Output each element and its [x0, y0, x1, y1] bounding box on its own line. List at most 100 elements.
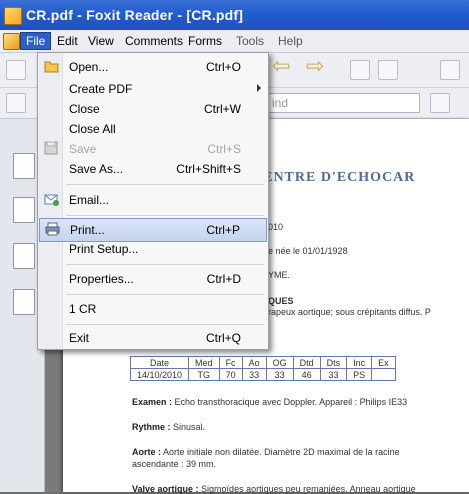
table-header-cell: Med [188, 356, 220, 369]
menu-item-label: 1 CR [69, 302, 97, 316]
doc-valve-label: Valve aortique : [132, 484, 199, 494]
table-header-cell: Ao [241, 356, 267, 369]
menu-item-open[interactable]: Open... Ctrl+O [39, 56, 267, 78]
window-title: CR.pdf - Foxit Reader - [CR.pdf] [26, 7, 244, 23]
doc-rythme-label: Rythme : [132, 422, 171, 432]
doc-clinical-text: rapeux aortique; sous crépitants diffus.… [268, 307, 431, 317]
find-input-text: ind [272, 96, 289, 110]
menu-item-label: Close All [69, 122, 116, 136]
menu-forms[interactable]: Forms [183, 33, 227, 49]
table-header-cell: Dts [319, 356, 348, 369]
menu-view[interactable]: View [83, 33, 119, 49]
menu-item-create-pdf[interactable]: Create PDF [39, 78, 267, 100]
document-icon[interactable] [3, 33, 20, 50]
doc-examen-label: Examen : [132, 397, 173, 407]
pages-icon[interactable] [13, 197, 35, 223]
doc-examen: Examen : Echo transthoracique avec Doppl… [132, 397, 407, 407]
search-options-icon[interactable] [430, 93, 450, 113]
menu-bar: File Edit View Comments Forms Tools Help [0, 30, 469, 53]
measurements-table: Date Med Fc Ao OG Dtd Dts Inc Ex 14/10/2… [129, 356, 396, 381]
table-header-cell: Fc [218, 356, 243, 369]
menu-item-save[interactable]: Save Ctrl+S [39, 138, 267, 160]
table-cell [371, 368, 396, 381]
doc-line-name: YME. [268, 270, 291, 280]
layers-icon[interactable] [13, 289, 35, 315]
menu-item-label: Print Setup... [69, 242, 139, 256]
back-arrow-icon[interactable]: ⇦ [272, 53, 290, 79]
email-icon [44, 194, 59, 206]
document-header: CENTRE D'ECHOCAR [252, 170, 416, 185]
menu-separator [66, 215, 264, 216]
table-header-cell: OG [265, 356, 294, 369]
foxit-app-icon [4, 7, 22, 25]
menu-item-shortcut: Ctrl+Q [205, 331, 241, 345]
hand-tool-icon[interactable] [6, 93, 26, 113]
menu-item-shortcut: Ctrl+Shift+S [176, 162, 241, 176]
menu-item-label: Save As... [69, 162, 124, 176]
menu-item-save-as[interactable]: Save As... Ctrl+Shift+S [39, 158, 267, 180]
select-icon[interactable] [378, 60, 398, 80]
doc-section-title: QUES [268, 296, 294, 306]
menu-tools[interactable]: Tools [231, 33, 269, 49]
menu-item-label: Close [69, 102, 100, 116]
menu-item-properties[interactable]: Properties... Ctrl+D [39, 268, 267, 290]
doc-valve: Valve aortique : Sigmoïdes aortiques peu… [132, 484, 416, 494]
table-cell: 46 [292, 368, 321, 381]
table-header-cell: Date [129, 356, 190, 369]
save-icon [44, 141, 58, 155]
toolbar-open-icon[interactable] [6, 60, 26, 80]
menu-item-print-setup[interactable]: Print Setup... [39, 238, 267, 260]
menu-separator [66, 184, 264, 185]
doc-examen-text: Echo transthoracique avec Doppler. Appar… [174, 397, 408, 407]
table-cell: 14/10/2010 [129, 368, 190, 381]
doc-line-date: 010 [268, 222, 284, 232]
menu-item-close[interactable]: Close Ctrl+W [39, 98, 267, 120]
menu-item-shortcut: Ctrl+O [205, 60, 241, 74]
table-header-cell: Inc [346, 356, 373, 369]
menu-item-label: Exit [69, 331, 90, 345]
table-cell: 33 [241, 368, 267, 381]
doc-aorte-text: Aorte initiale non dilatée. Diamètre 2D … [163, 447, 400, 457]
bookmarks-icon[interactable] [13, 153, 35, 179]
comments-panel-icon[interactable] [13, 243, 35, 269]
table-header-cell: Ex [371, 356, 396, 369]
menu-item-email[interactable]: Email... [39, 189, 267, 211]
submenu-arrow-icon [257, 84, 261, 92]
table-header-cell: Dtd [292, 356, 321, 369]
menu-separator [66, 264, 264, 265]
menu-item-exit[interactable]: Exit Ctrl+Q [39, 327, 267, 349]
copy-icon[interactable] [350, 60, 370, 80]
file-menu-dropdown: Open... Ctrl+O Create PDF Close Ctrl+W C… [37, 52, 269, 350]
menu-item-recent-file[interactable]: 1 CR [39, 298, 267, 320]
menu-help[interactable]: Help [273, 33, 308, 49]
table-cell: PS [346, 368, 373, 381]
doc-rythme: Rythme : Sinusal. [132, 422, 205, 432]
table-cell: 33 [319, 368, 348, 381]
menu-edit[interactable]: Edit [52, 33, 83, 49]
snapshot-icon[interactable] [440, 60, 460, 80]
find-input[interactable]: ind [268, 93, 420, 113]
doc-line-birth: e née le 01/01/1928 [268, 246, 348, 256]
printer-icon [45, 222, 60, 236]
menu-item-label: Properties... [69, 272, 134, 286]
menu-item-label: Create PDF [69, 82, 133, 96]
menu-item-shortcut: Ctrl+W [204, 102, 241, 116]
forward-arrow-icon[interactable]: ⇨ [306, 53, 324, 79]
menu-comments[interactable]: Comments [120, 33, 188, 49]
menu-item-shortcut: Ctrl+S [207, 142, 241, 156]
menu-item-shortcut: Ctrl+D [206, 272, 241, 286]
menu-separator [66, 294, 264, 295]
menu-item-label: Save [69, 142, 97, 156]
doc-aorte-line2: ascendante : 39 mm. [132, 459, 217, 469]
table-header-row: Date Med Fc Ao OG Dtd Dts Inc Ex [129, 356, 396, 369]
menu-separator [66, 324, 264, 325]
title-bar: CR.pdf - Foxit Reader - [CR.pdf] [0, 0, 469, 30]
menu-item-shortcut: Ctrl+P [206, 223, 240, 237]
table-cell: TG [188, 368, 220, 381]
doc-valve-text: Sigmoïdes aortiques peu remaniées. Annea… [201, 484, 416, 494]
table-cell: 70 [218, 368, 243, 381]
menu-item-close-all[interactable]: Close All [39, 118, 267, 140]
menu-file[interactable]: File [20, 32, 52, 50]
table-cell: 33 [265, 368, 294, 381]
doc-aorte-label: Aorte : [132, 447, 161, 457]
